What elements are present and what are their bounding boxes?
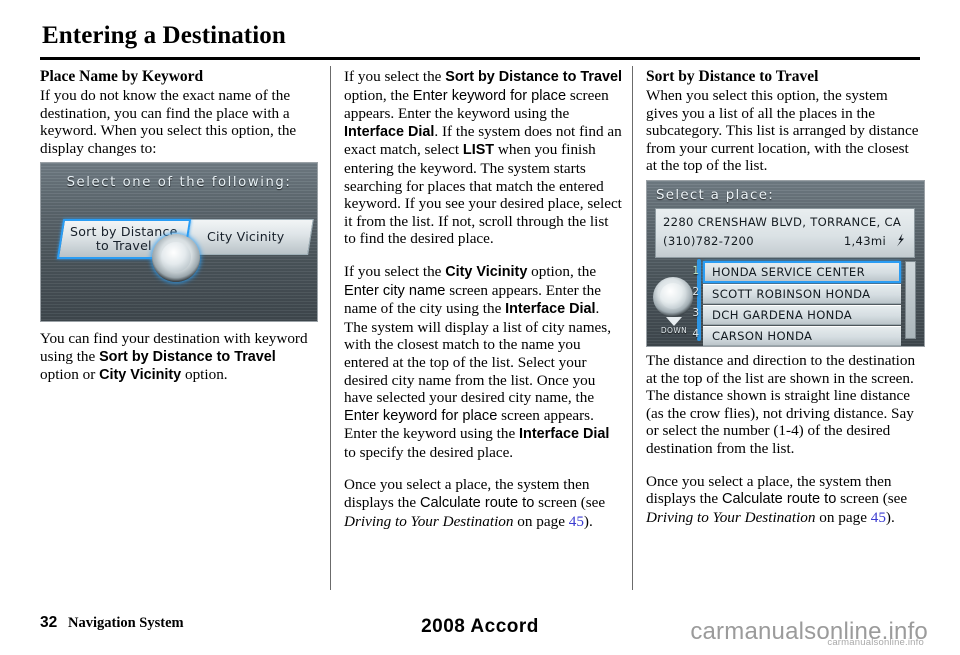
nav2-list-item-2-label: SCOTT ROBINSON HONDA [712,287,871,301]
nav-screenshot-select-one: Select one of the following: City Vicini… [40,162,318,322]
c2p3-p4: ). [583,512,593,530]
nav2-down-indicator: DOWN [659,317,689,335]
c2p2-s1: Enter city name [344,282,446,299]
col2-paragraph-2: If you select the City Vicinity option, … [344,263,622,462]
nav1-button-city-vicinity-label: City Vicinity [207,229,285,244]
nav2-scrollbar[interactable] [905,261,916,339]
nav2-interface-dial-icon[interactable] [653,277,693,317]
c3p3-s1: Calculate route to [721,491,837,508]
nav2-list-item-3-label: DCH GARDENA HONDA [712,308,853,322]
watermark-secondary: carmanualsonline.info [827,637,924,648]
nav2-down-label: DOWN [660,326,688,335]
c2p2-p2: option, the [527,262,597,280]
nav2-list-item-4-label: CARSON HONDA [712,329,813,343]
nav2-list-item-4[interactable]: CARSON HONDA [703,326,901,346]
nav1-title: Select one of the following: [66,175,292,190]
c2p1-b3: LIST [462,142,495,159]
nav1-btn-left-line1: Sort by Distance [70,224,178,239]
col1-caption-b1: Sort by Distance to Travel [99,348,276,365]
nav1-interface-dial-icon[interactable] [152,234,200,282]
page-title: Entering a Destination [42,22,286,49]
col3-paragraph-1: When you select this option, the system … [646,87,919,175]
c2p3-page-link[interactable]: 45 [569,513,584,530]
nav-screenshot-select-a-place: Select a place: 2280 CRENSHAW BLVD, TORR… [646,180,925,347]
nav2-list-item-1[interactable]: HONDA SERVICE CENTER [703,261,901,283]
down-triangle-icon [666,317,682,326]
nav2-list-item-1-label: HONDA SERVICE CENTER [712,265,865,279]
nav2-distance: 1,43mi [843,234,886,248]
c2p1-s1: Enter keyword for place [412,87,567,104]
c2p2-s2: Enter keyword for place [344,407,498,424]
col1-heading: Place Name by Keyword [40,68,204,85]
col3-lower-block: The distance and direction to the destin… [646,352,923,526]
nav2-list-item-3[interactable]: DCH GARDENA HONDA [703,305,901,325]
c3p3-p3: on page [815,508,871,526]
c2p3-p2: screen (see [534,494,606,512]
direction-arrow-icon [897,233,904,247]
col1-caption: You can find your destination with keywo… [40,330,315,385]
c2p1-p1: If you select the [344,68,446,85]
c2p2-p1: If you select the [344,262,446,280]
content-column-1: Place Name by Keyword If you do not know… [40,68,315,157]
content-column-3: Sort by Distance to Travel When you sele… [646,68,923,175]
c2p2-b1: City Vicinity [445,263,528,280]
col1-caption-b2: City Vicinity [99,367,182,384]
c2p2-b2: Interface Dial [505,301,596,318]
nav2-phone: (310)782-7200 [663,234,754,248]
content-column-2: If you select the Sort by Distance to Tr… [344,68,622,530]
c3p3-page-link[interactable]: 45 [871,509,886,526]
nav1-btn-left-line2: to Travel [96,238,152,253]
column-divider-2 [632,66,633,590]
c3p3-p4: ). [885,508,895,526]
nav2-info-panel: 2280 CRENSHAW BLVD, TORRANCE, CA (310)78… [655,208,915,258]
col2-paragraph-1: If you select the Sort by Distance to Tr… [344,68,622,248]
nav2-title: Select a place: [656,188,775,203]
c2p3-p3: on page [513,512,569,530]
col3-heading: Sort by Distance to Travel [646,68,819,85]
col1-paragraph-1: If you do not know the exact name of the… [40,87,297,157]
column-divider-1 [330,66,331,590]
col2-paragraph-3: Once you select a place, the system then… [344,476,622,530]
col1-caption-p2: option or [40,366,100,384]
c3p3-i1: Driving to Your Destination [646,508,816,526]
nav2-list-item-2[interactable]: SCOTT ROBINSON HONDA [703,284,901,304]
c2p1-b1: Sort by Distance to Travel [445,69,622,85]
col1-caption-block: You can find your destination with keywo… [40,330,315,385]
nav2-address: 2280 CRENSHAW BLVD, TORRANCE, CA [663,215,902,229]
col3-paragraph-2: The distance and direction to the destin… [646,352,916,457]
c2p2-b3: Interface Dial [519,426,610,443]
c2p1-b2: Interface Dial [344,123,435,140]
c2p3-i1: Driving to Your Destination [344,512,514,530]
nav2-number-1: 1 [692,265,699,277]
c3p3-p2: screen (see [836,490,908,508]
c2p2-p6: to specify the desired place. [344,443,514,461]
col3-paragraph-3: Once you select a place, the system then… [646,473,923,527]
c2p3-s1: Calculate route to [419,495,535,512]
col1-caption-p3: option. [181,366,228,384]
c2p1-p2: option, the [344,86,413,104]
nav2-place-list: HONDA SERVICE CENTER SCOTT ROBINSON HOND… [703,261,901,346]
title-divider [40,57,920,60]
